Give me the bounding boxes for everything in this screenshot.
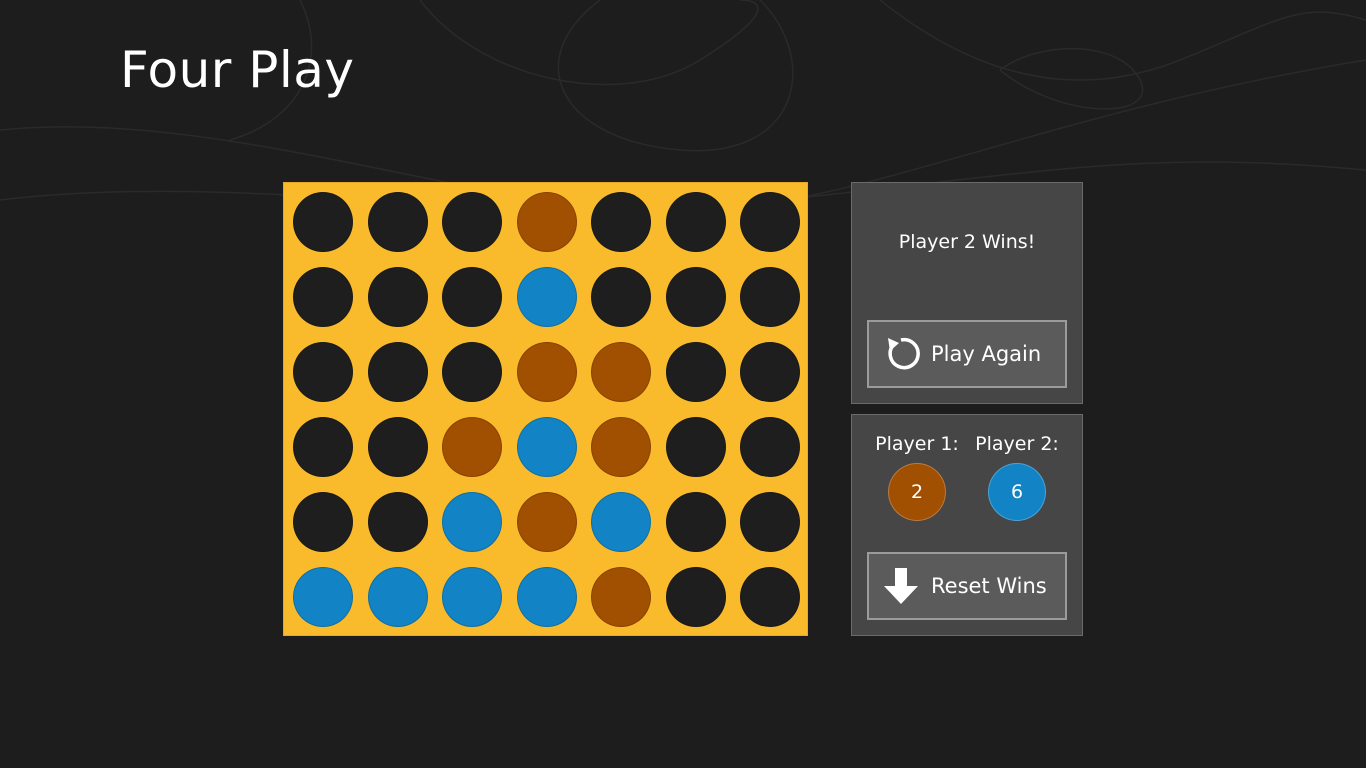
board-cell-r6-c4[interactable] xyxy=(516,567,577,627)
board-cell-r1-c6[interactable] xyxy=(665,192,726,252)
board-cell-r3-c3[interactable] xyxy=(442,342,502,402)
reset-wins-label: Reset Wins xyxy=(931,574,1047,598)
board-cell-r5-c7[interactable] xyxy=(740,492,800,552)
board-cell-r2-c2[interactable] xyxy=(367,267,428,327)
play-again-button[interactable]: Play Again xyxy=(867,320,1067,388)
player2-label: Player 2: xyxy=(975,433,1059,455)
board-cell-r5-c1[interactable] xyxy=(293,492,353,552)
play-again-label: Play Again xyxy=(931,342,1042,366)
player1-score: Player 1: 2 xyxy=(867,433,967,521)
board-cell-r5-c4[interactable] xyxy=(516,492,577,552)
score-panel: Player 1: 2 Player 2: 6 Reset Wins xyxy=(851,414,1083,636)
board-cell-r1-c7[interactable] xyxy=(740,192,800,252)
board-cell-r5-c2[interactable] xyxy=(367,492,428,552)
board-cell-r1-c1[interactable] xyxy=(293,192,353,252)
board-cell-r6-c2[interactable] xyxy=(367,567,428,627)
status-message: Player 2 Wins! xyxy=(898,231,1036,253)
board-cell-r3-c6[interactable] xyxy=(665,342,726,402)
board-cell-r3-c7[interactable] xyxy=(740,342,800,402)
board-cell-r1-c4[interactable] xyxy=(516,192,577,252)
board-cell-r3-c2[interactable] xyxy=(367,342,428,402)
board-cell-r4-c4[interactable] xyxy=(516,417,577,477)
board-cell-r2-c3[interactable] xyxy=(442,267,502,327)
board-cell-r5-c3[interactable] xyxy=(442,492,502,552)
arrow-down-icon xyxy=(881,566,921,606)
board-cell-r5-c5[interactable] xyxy=(591,492,651,552)
player2-wins-disc: 6 xyxy=(988,463,1046,521)
refresh-icon xyxy=(881,334,921,374)
board-cell-r1-c2[interactable] xyxy=(367,192,428,252)
status-panel: Player 2 Wins! Play Again xyxy=(851,182,1083,404)
board-cell-r2-c5[interactable] xyxy=(591,267,651,327)
board-cell-r6-c3[interactable] xyxy=(442,567,502,627)
board-cell-r1-c3[interactable] xyxy=(442,192,502,252)
board-cell-r3-c4[interactable] xyxy=(516,342,577,402)
board-cell-r4-c6[interactable] xyxy=(665,417,726,477)
board-cell-r4-c5[interactable] xyxy=(591,417,651,477)
board-cell-r6-c1[interactable] xyxy=(293,567,353,627)
board-cell-r6-c7[interactable] xyxy=(740,567,800,627)
board-cell-r2-c7[interactable] xyxy=(740,267,800,327)
board-cell-r5-c6[interactable] xyxy=(665,492,726,552)
app-title: Four Play xyxy=(120,41,355,99)
board-cell-r2-c1[interactable] xyxy=(293,267,353,327)
board-cell-r3-c5[interactable] xyxy=(591,342,651,402)
board-cell-r4-c2[interactable] xyxy=(367,417,428,477)
reset-wins-button[interactable]: Reset Wins xyxy=(867,552,1067,620)
player1-wins-disc: 2 xyxy=(888,463,946,521)
board-cell-r2-c4[interactable] xyxy=(516,267,577,327)
board-cell-r6-c6[interactable] xyxy=(665,567,726,627)
player2-score: Player 2: 6 xyxy=(967,433,1067,521)
board-cell-r4-c1[interactable] xyxy=(293,417,353,477)
board-cell-r3-c1[interactable] xyxy=(293,342,353,402)
board-cell-r4-c3[interactable] xyxy=(442,417,502,477)
game-board[interactable] xyxy=(283,182,808,636)
board-cell-r2-c6[interactable] xyxy=(665,267,726,327)
board-cell-r1-c5[interactable] xyxy=(591,192,651,252)
board-cell-r4-c7[interactable] xyxy=(740,417,800,477)
player1-label: Player 1: xyxy=(875,433,959,455)
board-cell-r6-c5[interactable] xyxy=(591,567,651,627)
